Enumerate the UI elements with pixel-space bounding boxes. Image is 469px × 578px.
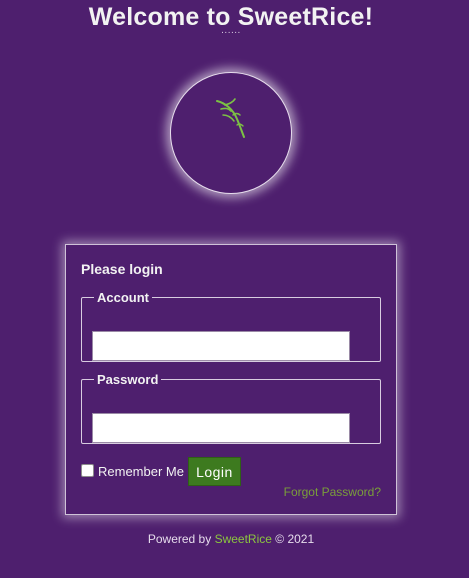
login-form: Please login Account Password Remember M… xyxy=(65,244,397,515)
footer-prefix: Powered by xyxy=(147,532,212,546)
login-heading: Please login xyxy=(81,261,163,277)
account-fieldset: Account xyxy=(81,290,381,362)
leaf-sprig-icon xyxy=(216,98,245,138)
sweetrice-link[interactable]: SweetRice xyxy=(215,532,272,546)
remember-me-checkbox[interactable] xyxy=(81,463,94,477)
password-legend: Password xyxy=(97,372,159,387)
footer-copyright: © 2021 xyxy=(275,532,315,546)
password-input[interactable] xyxy=(92,413,350,443)
forgot-password-link[interactable]: Forgot Password? xyxy=(284,485,381,499)
page-subtitle: ...... xyxy=(221,25,241,36)
password-fieldset: Password xyxy=(81,372,381,444)
account-input[interactable] xyxy=(92,331,350,361)
remember-me-label: Remember Me xyxy=(98,464,184,479)
account-legend: Account xyxy=(97,290,149,305)
footer: Powered by SweetRice © 2021 xyxy=(0,532,462,546)
remember-row: Remember Me Login xyxy=(81,455,241,486)
logo xyxy=(170,72,292,194)
login-button[interactable]: Login xyxy=(187,457,241,486)
